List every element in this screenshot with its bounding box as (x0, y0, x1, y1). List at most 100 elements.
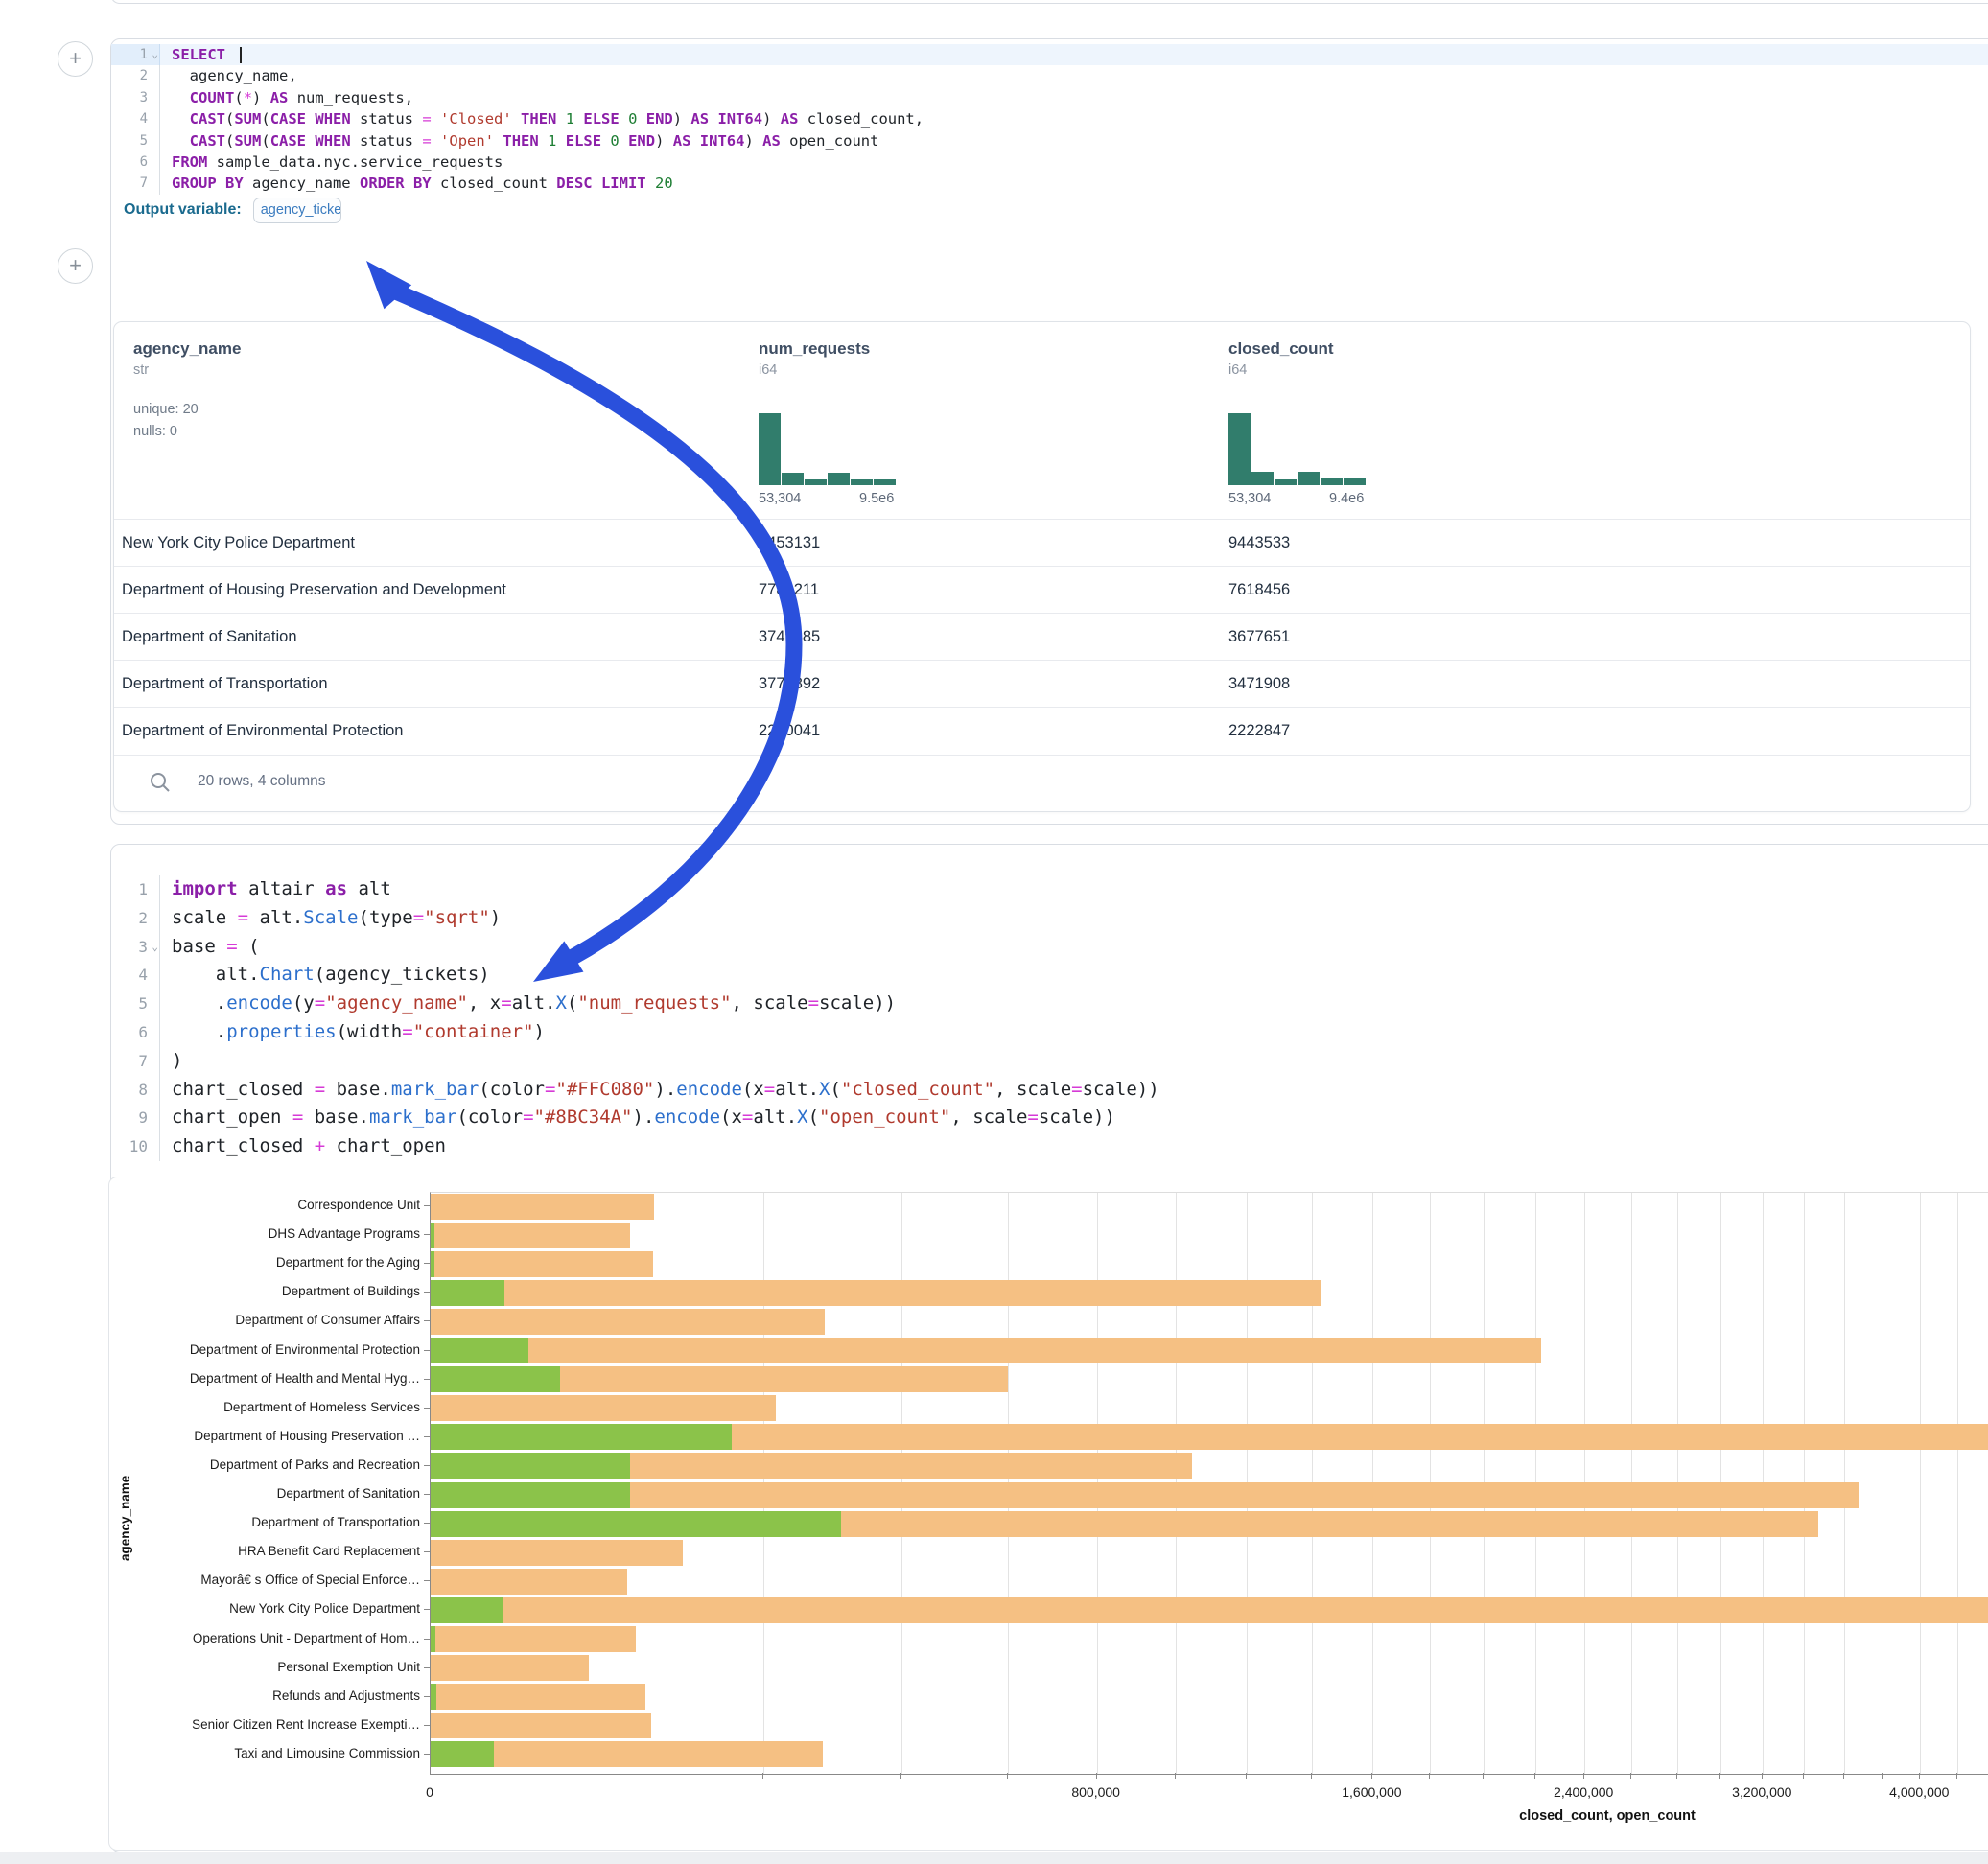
page-bottom-strip (0, 1852, 1988, 1864)
x-axis-tick (1583, 1773, 1584, 1779)
line-number: 2 (111, 904, 160, 933)
code-line-1[interactable]: 1import altair as alt (111, 875, 1988, 904)
y-axis-label: Senior Citizen Rent Increase Exempti… (192, 1717, 420, 1732)
table-cell: 3471908 (1228, 661, 1290, 708)
y-axis-tick (424, 1350, 430, 1351)
column-histogram (759, 407, 897, 485)
table-footer: 20 rows, 4 columns (114, 755, 1970, 811)
table-cell: Department of Transportation (122, 661, 328, 708)
bar-open-count (431, 1338, 528, 1363)
x-axis-tick (1919, 1773, 1920, 1779)
x-axis-tick (900, 1773, 901, 1779)
table-row[interactable]: Department of Housing Preservation and D… (114, 566, 1970, 614)
y-axis-label: Personal Exemption Unit (277, 1660, 420, 1674)
code-text: alt.Chart(agency_tickets) (172, 961, 490, 990)
code-line-4[interactable]: 4 alt.Chart(agency_tickets) (111, 961, 1988, 990)
line-number: 8 (111, 1076, 160, 1105)
code-line-7[interactable]: 7GROUP BY agency_name ORDER BY closed_co… (111, 173, 1988, 194)
line-number: 9 (111, 1104, 160, 1132)
x-axis-tick-label: 2,400,000 (1554, 1784, 1613, 1800)
collapse-chevron-icon[interactable]: ⌄ (152, 44, 158, 65)
x-axis-tick-label: 1,600,000 (1342, 1784, 1401, 1800)
code-line-2[interactable]: 2 scale = alt.Scale(type="sqrt") (111, 904, 1988, 933)
y-axis-label: Operations Unit - Department of Hom… (193, 1631, 420, 1645)
bar-open-count (431, 1626, 435, 1652)
sql-code-editor[interactable]: 1⌄SELECT 2 agency_name,3 COUNT(*) AS num… (111, 44, 1988, 195)
y-axis-label: Department of Buildings (282, 1284, 420, 1298)
code-line-5[interactable]: 5 CAST(SUM(CASE WHEN status = 'Open' THE… (111, 130, 1988, 151)
y-axis-label: Department of Environmental Protection (190, 1342, 420, 1357)
code-text: CAST(SUM(CASE WHEN status = 'Open' THEN … (172, 130, 878, 151)
x-axis-tick (1429, 1773, 1430, 1779)
output-variable-pill[interactable]: agency_tickets (253, 198, 341, 223)
code-line-10[interactable]: 10 chart_closed + chart_open (111, 1132, 1988, 1161)
histogram-min-label: 53,304 (759, 491, 801, 506)
bar-open-count (431, 1684, 436, 1710)
column-header-num_requests[interactable]: num_requests (759, 339, 870, 359)
column-header-agency_name[interactable]: agency_name (133, 339, 241, 359)
code-line-5[interactable]: 5 .encode(y="agency_name", x=alt.X("num_… (111, 990, 1988, 1018)
table-row-count: 20 rows, 4 columns (198, 773, 326, 790)
bar-closed-count (431, 1597, 1988, 1623)
y-axis-tick (424, 1205, 430, 1206)
table-row[interactable]: Department of Sanitation37494853677651 (114, 613, 1970, 661)
column-type: i64 (1228, 362, 1247, 378)
code-line-1[interactable]: 1⌄SELECT (111, 44, 1988, 65)
line-number: 3⌄ (111, 933, 160, 962)
y-axis-tick (424, 1320, 430, 1321)
y-axis-label: Department of Parks and Recreation (210, 1457, 420, 1472)
table-row[interactable]: Department of Environmental Protection22… (114, 707, 1970, 755)
x-axis-tick (1175, 1773, 1176, 1779)
column-type: i64 (759, 362, 777, 378)
code-line-6[interactable]: 6 .properties(width="container") (111, 1018, 1988, 1047)
table-row[interactable]: Department of Transportation377489234719… (114, 660, 1970, 708)
code-text: chart_closed + chart_open (172, 1132, 446, 1161)
code-line-4[interactable]: 4 CAST(SUM(CASE WHEN status = 'Closed' T… (111, 108, 1988, 129)
add-cell-button-middle[interactable]: + (58, 248, 93, 284)
python-code-editor[interactable]: 1import altair as alt2 scale = alt.Scale(… (111, 875, 1988, 1161)
x-axis-tick (1882, 1773, 1883, 1779)
column-histogram (1228, 407, 1367, 485)
code-line-8[interactable]: 8 chart_closed = base.mark_bar(color="#FF… (111, 1076, 1988, 1105)
code-text: scale = alt.Scale(type="sqrt") (172, 904, 501, 933)
add-cell-button-top[interactable]: + (58, 41, 93, 77)
bar-open-count (431, 1223, 434, 1248)
bar-open-count (431, 1280, 504, 1306)
y-axis-tick (424, 1609, 430, 1610)
y-axis-tick (424, 1696, 430, 1697)
line-number: 10 (111, 1132, 160, 1161)
search-icon[interactable] (150, 772, 171, 793)
code-line-2[interactable]: 2 agency_name, (111, 65, 1988, 86)
collapse-chevron-icon[interactable]: ⌄ (152, 933, 158, 962)
code-line-3[interactable]: 3⌄ base = ( (111, 933, 1988, 962)
code-text: ) (172, 1047, 182, 1076)
line-number: 2 (111, 65, 160, 86)
chart-y-axis-title: agency_name (118, 1476, 132, 1561)
code-line-7[interactable]: 7) (111, 1047, 1988, 1076)
y-axis-tick (424, 1292, 430, 1293)
table-cell: Department of Housing Preservation and D… (122, 567, 506, 614)
line-number: 3 (111, 87, 160, 108)
histogram-max-label: 9.5e6 (859, 491, 894, 506)
y-axis-tick (424, 1436, 430, 1437)
y-axis-label: Refunds and Adjustments (272, 1689, 420, 1703)
code-text: .encode(y="agency_name", x=alt.X("num_re… (172, 990, 896, 1018)
bar-open-count (431, 1482, 630, 1508)
code-text: base = ( (172, 933, 260, 962)
bar-closed-count (431, 1655, 589, 1681)
x-axis-tick-label: 4,000,000 (1889, 1784, 1949, 1800)
code-text: chart_closed = base.mark_bar(color="#FFC… (172, 1076, 1159, 1105)
table-row[interactable]: New York City Police Department945313194… (114, 519, 1970, 567)
x-axis-tick (762, 1773, 763, 1779)
gridline (1920, 1193, 1921, 1774)
y-axis-tick (424, 1580, 430, 1581)
line-number: 6 (111, 1018, 160, 1047)
table-cell: New York City Police Department (122, 520, 355, 567)
result-table: agency_namestrunique: 20nulls: 0num_requ… (113, 321, 1971, 812)
code-line-3[interactable]: 3 COUNT(*) AS num_requests, (111, 87, 1988, 108)
column-header-closed_count[interactable]: closed_count (1228, 339, 1334, 359)
table-cell: 2222847 (1228, 708, 1290, 755)
code-line-9[interactable]: 9chart_open = base.mark_bar(color="#8BC3… (111, 1104, 1988, 1132)
code-line-6[interactable]: 6FROM sample_data.nyc.service_requests (111, 151, 1988, 173)
y-axis-label: Department of Sanitation (277, 1486, 420, 1501)
